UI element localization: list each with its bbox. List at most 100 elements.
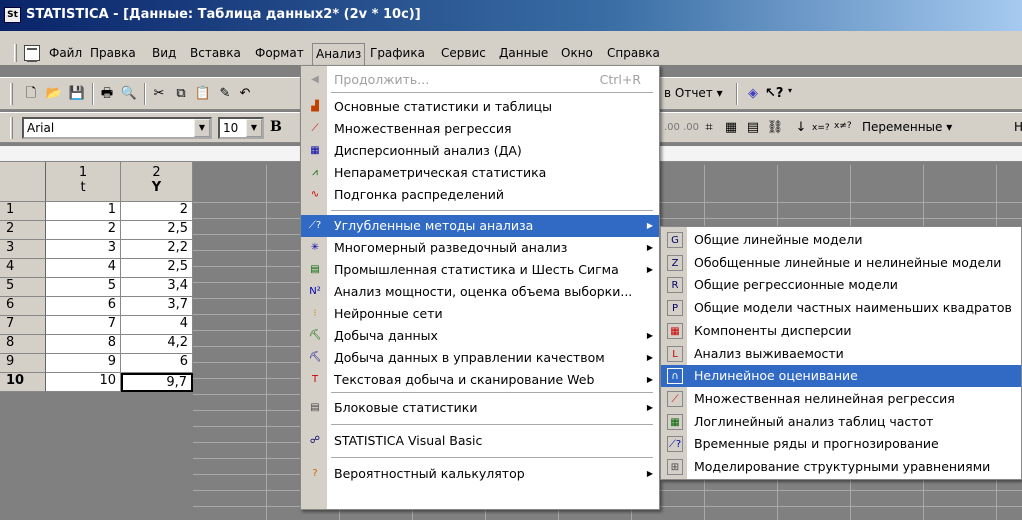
table-cell[interactable]: 2,2	[121, 240, 193, 259]
new-file-icon[interactable]: 🗋	[22, 85, 40, 103]
paste-icon[interactable]: 📋	[194, 85, 212, 103]
menu-3[interactable]: Вид	[150, 46, 178, 63]
toolbar-overflow[interactable]: H	[1014, 120, 1022, 134]
menu-6[interactable]: Анализ	[312, 43, 366, 65]
grid-icon[interactable]: ⌗	[700, 119, 718, 137]
font-name-field[interactable]: Arial	[22, 117, 212, 139]
cut-icon[interactable]: ✂	[150, 85, 168, 103]
table-cell[interactable]: 2	[46, 221, 121, 240]
submenu-item-11[interactable]: ⊞ Моделирование структурными уравнениями	[661, 456, 1021, 478]
table-cell[interactable]: 2,5	[121, 259, 193, 278]
copy-icon[interactable]: ⧉	[172, 85, 190, 103]
submenu-item-6[interactable]: L Анализ выживаемости	[661, 343, 1021, 365]
table-cell[interactable]: 6	[46, 297, 121, 316]
menu-item-8[interactable]: ✳ Многомерный разведочный анализ ▶	[301, 237, 659, 259]
menu-item-3[interactable]: ⟋ Множественная регрессия	[301, 118, 659, 140]
menu-item-6[interactable]: ∿ Подгонка распределений	[301, 184, 659, 206]
table-cell[interactable]: 9	[46, 354, 121, 373]
insert-cases-icon[interactable]: ▦	[722, 119, 740, 137]
menu-item-14[interactable]: T Текстовая добыча и сканирование Web ▶	[301, 369, 659, 391]
table-cell[interactable]: 2	[121, 202, 193, 221]
row-header-2[interactable]: 2	[0, 221, 46, 240]
table-cell[interactable]: 9,7	[121, 373, 193, 392]
font-size-dropdown-icon[interactable]: ▼	[246, 119, 262, 137]
bold-button[interactable]: B	[270, 119, 282, 135]
menu-11[interactable]: Справка	[605, 46, 662, 63]
submenu-item-5[interactable]: ▦ Компоненты дисперсии	[661, 320, 1021, 342]
menu-item-7[interactable]: ⟋? Углубленные методы анализа ▶	[301, 215, 659, 237]
table-cell[interactable]: 3,7	[121, 297, 193, 316]
menu-2[interactable]: Правка	[88, 46, 138, 63]
row-header-5[interactable]: 5	[0, 278, 46, 297]
menu-item-13[interactable]: ⛏ Добыча данных в управлении качеством ▶	[301, 347, 659, 369]
statistica-tools-icon[interactable]: ◈	[744, 85, 762, 103]
menu-8[interactable]: Сервис	[439, 46, 488, 63]
print-icon[interactable]: 🖶	[98, 85, 116, 103]
table-cell[interactable]: 3,4	[121, 278, 193, 297]
table-cell[interactable]: 4	[121, 316, 193, 335]
row-header-8[interactable]: 8	[0, 335, 46, 354]
print-preview-icon[interactable]: 🔍	[120, 85, 138, 103]
menu-9[interactable]: Данные	[497, 46, 550, 63]
sort-icon[interactable]: ↓	[792, 119, 810, 137]
open-folder-icon[interactable]: 📂	[45, 85, 63, 103]
menu-item-15[interactable]: ▤ Блоковые статистики ▶	[301, 397, 659, 419]
add-to-report-button[interactable]: в Отчет ▾	[664, 86, 723, 100]
row-header-4[interactable]: 4	[0, 259, 46, 278]
document-icon[interactable]	[24, 45, 40, 62]
menu-1[interactable]: Файл	[47, 46, 84, 63]
link-icon[interactable]: ⛓	[766, 119, 784, 137]
menu-5[interactable]: Формат	[253, 46, 306, 63]
table-cell[interactable]: 4,2	[121, 335, 193, 354]
insert-variables-icon[interactable]: ▤	[744, 119, 762, 137]
submenu-item-4[interactable]: P Общие модели частных наименьших квадрат…	[661, 297, 1021, 319]
table-cell[interactable]: 2,5	[121, 221, 193, 240]
table-cell[interactable]: 4	[46, 259, 121, 278]
menu-item-5[interactable]: ⩘ Непараметрическая статистика	[301, 162, 659, 184]
save-icon[interactable]: 💾	[68, 85, 86, 103]
table-cell[interactable]: 1	[46, 202, 121, 221]
toolbar-overflow-icon[interactable]: ▾	[788, 86, 792, 95]
menu-item-12[interactable]: ⛏ Добыча данных ▶	[301, 325, 659, 347]
submenu-item-10[interactable]: ⟋? Временные ряды и прогнозирование	[661, 433, 1021, 455]
multi-case-select-icon[interactable]: x≠?	[834, 121, 852, 131]
menu-item-17[interactable]: ? Вероятностный калькулятор ▶	[301, 463, 659, 485]
undo-icon[interactable]: ↶	[236, 85, 254, 103]
row-header-7[interactable]: 7	[0, 316, 46, 335]
table-cell[interactable]: 10	[46, 373, 121, 392]
table-cell[interactable]: 5	[46, 278, 121, 297]
row-header-6[interactable]: 6	[0, 297, 46, 316]
menu-item-2[interactable]: ▟ Основные статистики и таблицы	[301, 96, 659, 118]
row-header-1[interactable]: 1	[0, 202, 46, 221]
menu-item-16[interactable]: ☍ STATISTICA Visual Basic	[301, 430, 659, 452]
corner-cell[interactable]	[0, 162, 46, 202]
column-header-1[interactable]: 1t	[46, 162, 121, 202]
table-cell[interactable]: 7	[46, 316, 121, 335]
submenu-item-8[interactable]: ⟋ Множественная нелинейная регрессия	[661, 388, 1021, 410]
table-cell[interactable]: 3	[46, 240, 121, 259]
menu-10[interactable]: Окно	[559, 46, 595, 63]
table-cell[interactable]: 8	[46, 335, 121, 354]
font-name-dropdown-icon[interactable]: ▼	[194, 119, 210, 137]
submenu-item-1[interactable]: G Общие линейные модели	[661, 229, 1021, 251]
case-select-icon[interactable]: x=?	[812, 123, 830, 133]
row-header-10[interactable]: 10	[0, 373, 46, 392]
help-pointer-icon[interactable]: ↖?	[765, 85, 783, 103]
row-header-3[interactable]: 3	[0, 240, 46, 259]
variables-menu-button[interactable]: Переменные ▾	[862, 120, 952, 134]
submenu-item-9[interactable]: ▦ Логлинейный анализ таблиц частот	[661, 411, 1021, 433]
menu-item-11[interactable]: ⁝ Нейронные сети	[301, 303, 659, 325]
menu-4[interactable]: Вставка	[188, 46, 243, 63]
column-header-2[interactable]: 2Y	[121, 162, 193, 202]
table-cell[interactable]: 6	[121, 354, 193, 373]
menu-item-4[interactable]: ▦ Дисперсионный анализ (ДА)	[301, 140, 659, 162]
decimals-buttons[interactable]: .00 .00	[664, 122, 699, 133]
submenu-item-3[interactable]: R Общие регрессионные модели	[661, 274, 1021, 296]
menu-item-10[interactable]: N² Анализ мощности, оценка объема выборки…	[301, 281, 659, 303]
submenu-item-2[interactable]: Z Обобщенные линейные и нелинейные модели	[661, 252, 1021, 274]
submenu-item-7[interactable]: ∩ Нелинейное оценивание	[661, 365, 1021, 388]
menu-item-9[interactable]: ▤ Промышленная статистика и Шесть Сигма ▶	[301, 259, 659, 281]
row-header-9[interactable]: 9	[0, 354, 46, 373]
format-painter-icon[interactable]: ✎	[216, 85, 234, 103]
menu-7[interactable]: Графика	[368, 46, 427, 63]
